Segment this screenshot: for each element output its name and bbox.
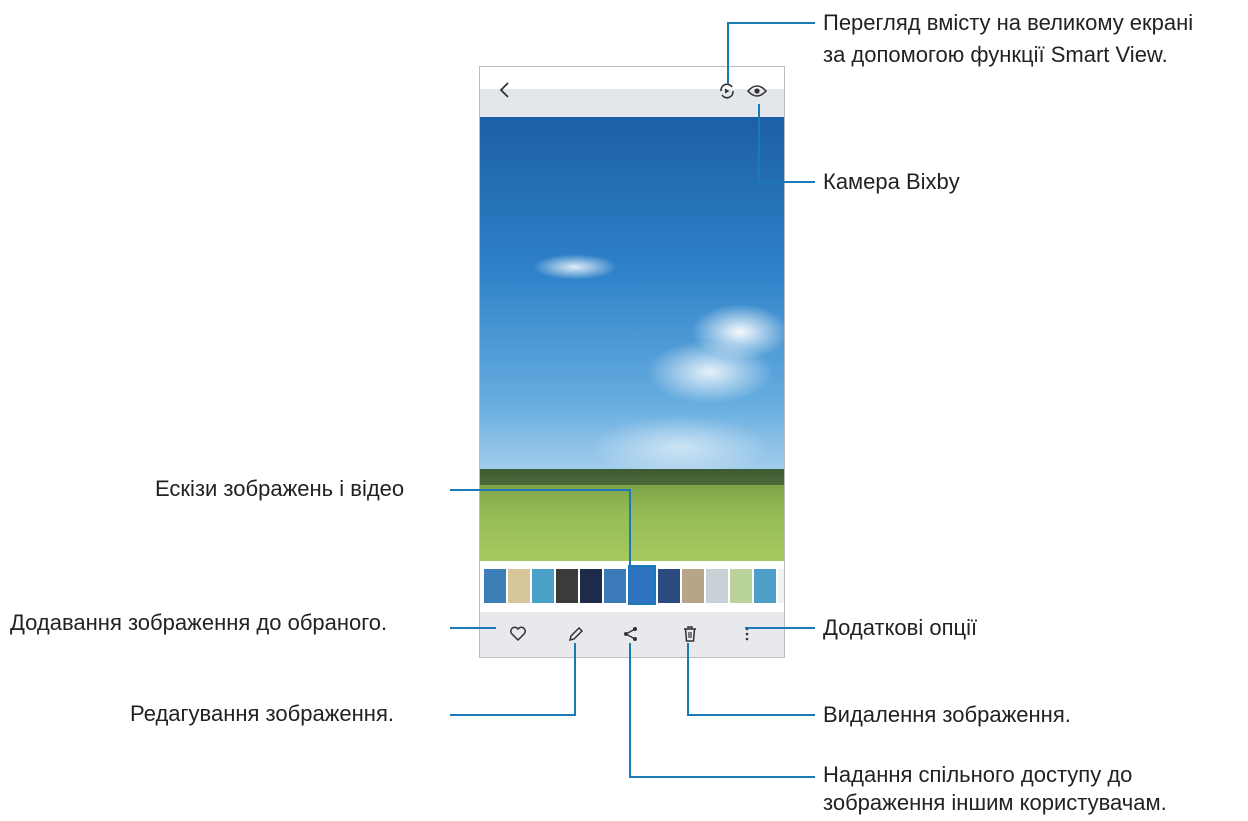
delete-label: Видалення зображення. <box>823 702 1071 727</box>
smart-view-label-line2: за допомогою функції Smart View. <box>823 42 1168 67</box>
share-leader-h <box>629 776 815 778</box>
top-bar <box>480 67 784 117</box>
share-label-line2: зображення іншим користувачам. <box>823 790 1167 815</box>
share-icon[interactable] <box>619 622 643 646</box>
smart-view-leader-v <box>727 22 729 84</box>
bixby-leader-v <box>758 104 760 182</box>
bixby-eye-icon[interactable] <box>746 80 768 102</box>
more-options-leader <box>745 627 815 629</box>
thumbnail[interactable] <box>604 569 626 603</box>
thumbnail-strip[interactable] <box>480 563 784 609</box>
smart-view-leader-h <box>727 22 815 24</box>
thumbnail[interactable] <box>556 569 578 603</box>
thumbnail[interactable] <box>754 569 776 603</box>
delete-leader-v <box>687 643 689 716</box>
back-icon[interactable] <box>494 79 516 101</box>
thumbnail[interactable] <box>778 569 784 603</box>
share-label-line1: Надання спільного доступу до <box>823 762 1133 787</box>
thumbnail[interactable] <box>730 569 752 603</box>
trash-icon[interactable] <box>678 622 702 646</box>
more-options-label: Додаткові опції <box>823 615 978 640</box>
thumbnails-leader-v <box>629 489 631 565</box>
more-options-icon[interactable] <box>735 622 759 646</box>
thumbnail[interactable] <box>706 569 728 603</box>
thumbnail[interactable] <box>508 569 530 603</box>
phone-screen <box>479 66 785 658</box>
thumbnail-selected[interactable] <box>628 565 656 605</box>
bottom-toolbar <box>480 612 784 657</box>
smart-view-label-line1: Перегляд вмісту на великому екрані <box>823 10 1194 35</box>
thumbnail[interactable] <box>580 569 602 603</box>
delete-leader-h <box>687 714 815 716</box>
thumbnails-leader-h <box>450 489 631 491</box>
thumbnail[interactable] <box>682 569 704 603</box>
share-leader-v <box>629 643 631 778</box>
pencil-icon[interactable] <box>564 622 588 646</box>
bixby-leader-h <box>758 181 815 183</box>
edit-label: Редагування зображення. <box>130 701 394 726</box>
photo-field <box>480 485 784 561</box>
favorite-label: Додавання зображення до обраного. <box>10 610 388 635</box>
favorite-leader <box>450 627 496 629</box>
edit-leader-h <box>450 714 576 716</box>
thumbnail[interactable] <box>484 569 506 603</box>
thumbnail[interactable] <box>658 569 680 603</box>
edit-leader-v <box>574 643 576 716</box>
bixby-label: Камера Bixby <box>823 169 960 194</box>
heart-icon[interactable] <box>506 622 530 646</box>
thumbnails-label: Ескізи зображень і відео <box>155 476 405 501</box>
thumbnail[interactable] <box>532 569 554 603</box>
